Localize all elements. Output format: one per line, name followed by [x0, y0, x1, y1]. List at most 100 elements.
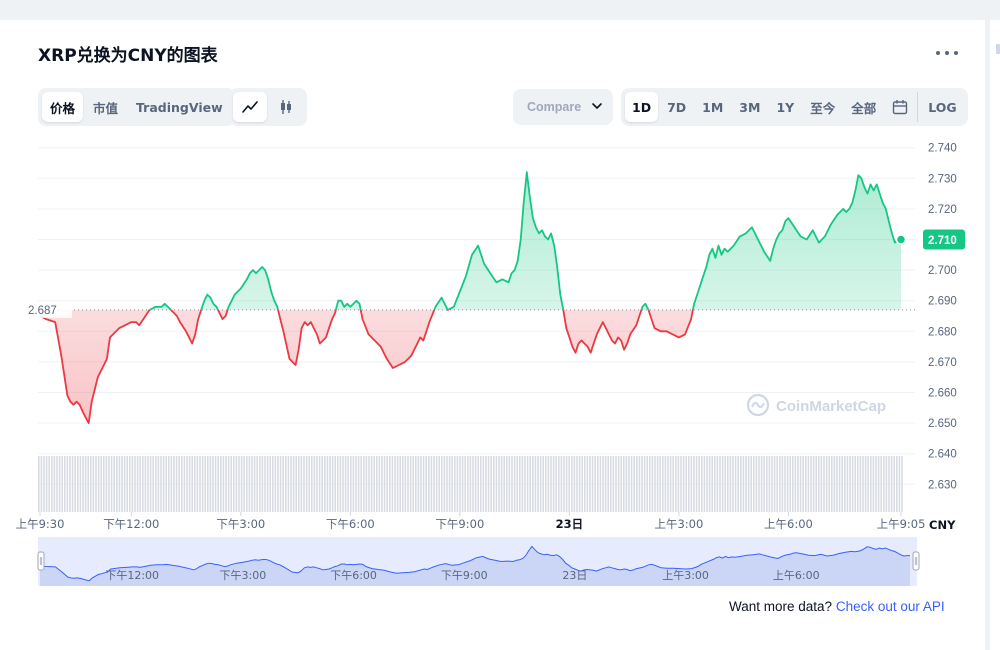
- volume-bar: [768, 456, 771, 512]
- volume-bar: [784, 456, 786, 512]
- volume-bar: [295, 456, 297, 512]
- x-tick-label: 上午9:05: [877, 517, 926, 531]
- volume-bar: [781, 456, 784, 512]
- volume-bar: [490, 456, 492, 512]
- volume-bar: [417, 456, 420, 512]
- volume-bar: [61, 456, 63, 512]
- volume-bar: [277, 456, 279, 512]
- volume-bar: [693, 456, 695, 512]
- volume-bar: [870, 456, 872, 512]
- volume-bar: [487, 456, 490, 512]
- volume-bar: [139, 456, 141, 512]
- volume-bar: [318, 456, 321, 512]
- volume-bar: [381, 456, 383, 512]
- x-tick-label: 上午6:00: [764, 517, 813, 531]
- y-tick-label: 2.660: [928, 387, 957, 399]
- volume-bar: [368, 456, 370, 512]
- volume-bar: [766, 456, 768, 512]
- volume-bar: [586, 456, 589, 512]
- volume-bar: [313, 456, 316, 512]
- volume-bar: [212, 456, 214, 512]
- volume-bar: [820, 456, 823, 512]
- volume-bar: [776, 456, 778, 512]
- volume-bar: [394, 456, 396, 512]
- navigator-handle-right[interactable]: [912, 551, 920, 571]
- volume-bar: [659, 456, 661, 512]
- volume-bar: [474, 456, 477, 512]
- volume-bar: [391, 456, 394, 512]
- volume-bar: [448, 456, 451, 512]
- volume-bar: [66, 456, 69, 512]
- volume-bar: [357, 456, 360, 512]
- volume-bar: [84, 456, 87, 512]
- volume-bar: [529, 456, 531, 512]
- volume-bar: [799, 456, 802, 512]
- volume-bar: [805, 456, 807, 512]
- api-link[interactable]: Check out our API: [836, 599, 945, 614]
- volume-bar: [454, 456, 456, 512]
- volume-bar: [87, 456, 89, 512]
- volume-bar: [79, 456, 82, 512]
- volume-bar: [363, 456, 365, 512]
- volume-bar: [506, 456, 508, 512]
- volume-bar: [178, 456, 180, 512]
- volume-bar: [630, 456, 633, 512]
- volume-bar: [407, 456, 409, 512]
- volume-bar: [383, 456, 386, 512]
- y-tick-label: 2.650: [928, 418, 957, 430]
- volume-bar: [298, 456, 300, 512]
- volume-bar: [251, 456, 253, 512]
- volume-bar: [846, 456, 849, 512]
- volume-bar: [508, 456, 511, 512]
- volume-bar: [360, 456, 362, 512]
- volume-bar: [53, 456, 56, 512]
- volume-bar: [877, 456, 880, 512]
- volume-bar: [867, 456, 869, 512]
- volume-bar: [760, 456, 763, 512]
- volume-bar: [857, 456, 859, 512]
- volume-bar: [256, 456, 258, 512]
- navigator-handle-left[interactable]: [37, 551, 45, 571]
- volume-bar: [147, 456, 149, 512]
- volume-bar: [409, 456, 412, 512]
- volume-bar: [833, 456, 836, 512]
- volume-bar: [526, 456, 529, 512]
- volume-bar: [807, 456, 810, 512]
- volume-bar: [763, 456, 765, 512]
- volume-bar: [646, 456, 648, 512]
- volume-bar: [204, 456, 206, 512]
- volume-bar: [131, 456, 134, 512]
- volume-bar: [220, 456, 222, 512]
- volume-bar: [493, 456, 495, 512]
- volume-bar: [378, 456, 381, 512]
- volume-bar: [742, 456, 745, 512]
- volume-bar: [136, 456, 139, 512]
- volume-bar: [524, 456, 526, 512]
- volume-bar: [568, 456, 570, 512]
- volume-bar: [779, 456, 781, 512]
- volume-bar: [118, 456, 121, 512]
- volume-bar: [581, 456, 583, 512]
- volume-bar: [152, 456, 154, 512]
- volume-bar: [519, 456, 521, 512]
- volume-bar: [425, 456, 427, 512]
- volume-bar: [695, 456, 698, 512]
- x-tick-label: 下午12:00: [103, 517, 159, 531]
- volume-bar: [175, 456, 178, 512]
- volume-bar: [755, 456, 758, 512]
- volume-bar: [633, 456, 635, 512]
- volume-bar: [352, 456, 355, 512]
- currency-label: CNY: [929, 518, 956, 532]
- y-tick-label: 2.680: [928, 326, 957, 338]
- volume-bar: [495, 456, 498, 512]
- volume-bar: [248, 456, 251, 512]
- volume-bar: [498, 456, 500, 512]
- volume-bar: [732, 456, 734, 512]
- volume-bar: [794, 456, 797, 512]
- current-price-dot: [895, 234, 907, 245]
- volume-bar: [620, 456, 622, 512]
- y-tick-label: 2.630: [928, 479, 957, 491]
- volume-bar: [545, 456, 547, 512]
- volume-bar: [828, 456, 830, 512]
- volume-bar: [196, 456, 199, 512]
